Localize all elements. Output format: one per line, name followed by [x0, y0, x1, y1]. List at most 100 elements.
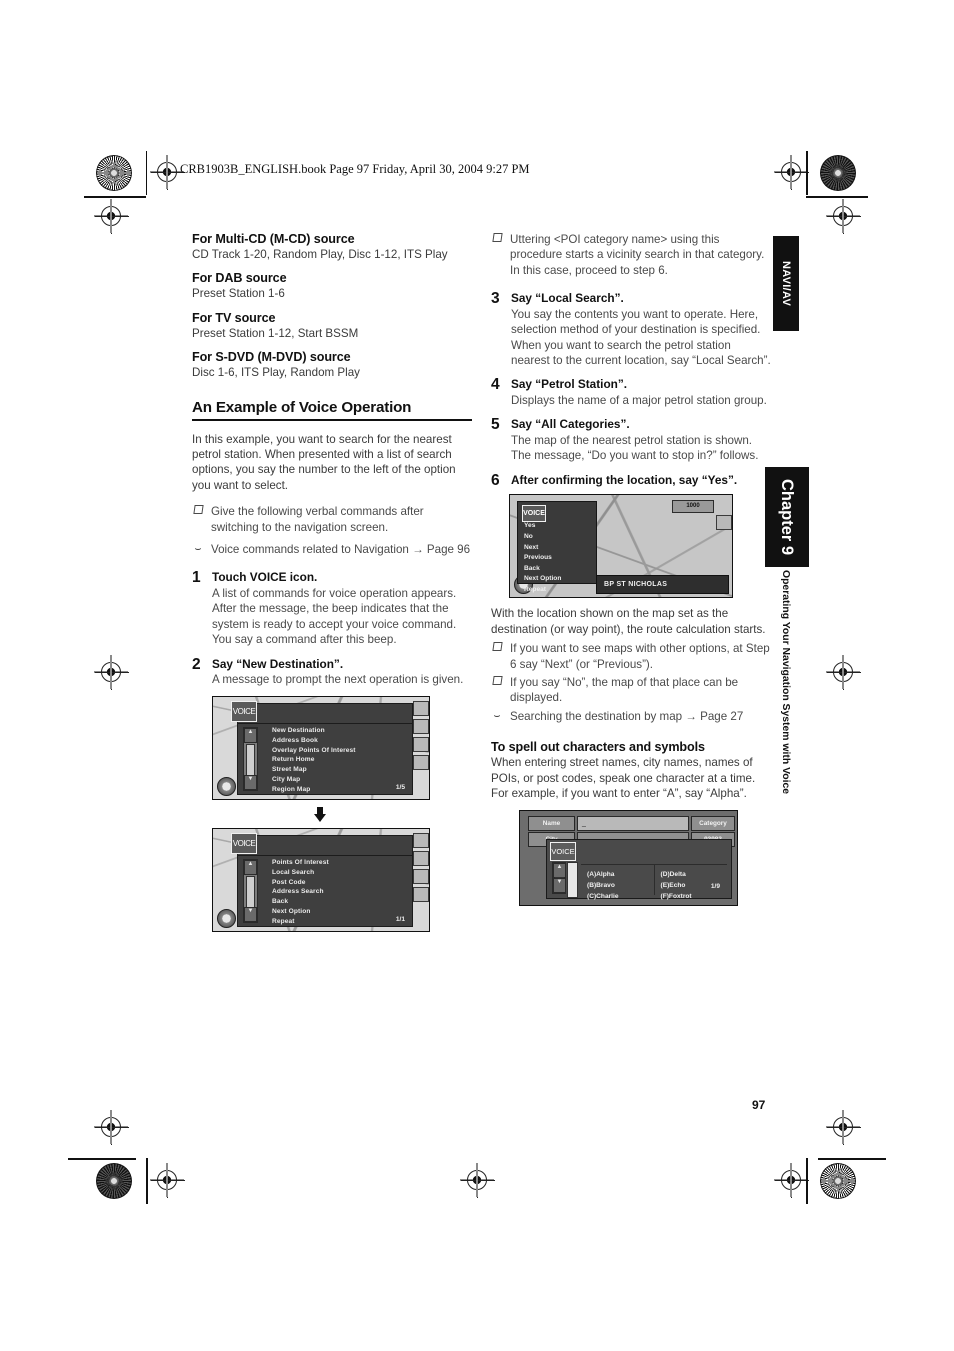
step-lead: After confirming the location, say “Yes”…: [511, 472, 738, 487]
sidebar-tab-naviav: NAVI/AV: [773, 236, 799, 331]
category-button[interactable]: Category: [691, 815, 735, 831]
map-button: [413, 700, 429, 716]
menu-item[interactable]: Repeat: [524, 585, 596, 596]
menu-item[interactable]: Local Search: [272, 868, 408, 878]
step-description: You say the contents you want to operate…: [511, 307, 771, 368]
spell-item[interactable]: (A)Alpha: [587, 869, 654, 880]
voice-command-list-panel: VOICE Yes No Next Previous Back Next Opt…: [517, 501, 597, 593]
hook-arrow-icon: ⌣: [194, 543, 202, 556]
step-3: 3 Say “Local Search”. You say the conten…: [491, 291, 771, 368]
menu-item[interactable]: New Destination: [272, 726, 408, 736]
step-description: A list of commands for voice operation a…: [212, 587, 457, 647]
voice-menu-items: Points Of Interest Local Search Post Cod…: [272, 858, 408, 927]
menu-item[interactable]: Overlay Points Of Interest: [272, 746, 408, 756]
highlight-indicator: [567, 861, 578, 898]
nav-screenshot-confirm-location-map: 1000 VOICE Yes No Next Previous Back Nex…: [509, 494, 733, 599]
list-scrollbar[interactable]: ▲ ▼: [243, 726, 258, 791]
step-6: 6 After confirming the location, say “Ye…: [491, 473, 771, 489]
map-button: [413, 832, 429, 848]
source-heading-tv: For TV source: [192, 310, 276, 325]
registration-crosshair-top-left: [150, 155, 185, 190]
map-button: [716, 515, 732, 531]
step-lead: Say “Petrol Station”.: [511, 377, 628, 392]
menu-item[interactable]: Back: [524, 564, 596, 575]
note-text: Uttering <POI category name> using this …: [510, 233, 765, 277]
map-button: [413, 886, 429, 902]
note-other-map-options: If you want to see maps with other optio…: [491, 641, 771, 672]
scroll-down-icon[interactable]: ▼: [553, 877, 566, 893]
voice-menu-items: New Destination Address Book Overlay Poi…: [272, 726, 408, 795]
spell-column-left: (A)Alpha (B)Bravo (C)Charlie: [581, 865, 654, 900]
list-page-indicator: 1/5: [395, 783, 405, 791]
down-arrow-icon: [313, 806, 327, 822]
poi-name-bar: BP ST NICHOLAS: [596, 575, 729, 595]
source-heading-mcd: For Multi-CD (M-CD) source: [192, 232, 355, 246]
hook-arrow-icon: ⌣: [493, 709, 501, 722]
menu-item[interactable]: Previous: [524, 553, 596, 564]
scroll-up-icon[interactable]: ▲: [553, 862, 566, 878]
source-body-sdvd: Disc 1-6, ITS Play, Random Play: [192, 366, 360, 380]
step-description: Displays the name of a major petrol stat…: [511, 394, 767, 408]
registration-crosshair-right-mid: [826, 655, 861, 690]
spell-section-body: When entering street names, city names, …: [491, 756, 756, 801]
menu-item[interactable]: Street Map: [272, 765, 408, 775]
trim-rule-horizontal-bottom-left: [68, 1158, 136, 1160]
voice-icon[interactable]: VOICE: [550, 841, 576, 861]
registration-rosette-bottom-right: [820, 1163, 856, 1199]
scroll-down-icon[interactable]: ▼: [244, 774, 257, 790]
scroll-up-icon[interactable]: ▲: [244, 727, 257, 743]
square-bullet-icon: [192, 504, 204, 535]
source-body-mcd: CD Track 1-20, Random Play, Disc 1-12, I…: [192, 248, 448, 261]
trim-rule-vertical-bottom-left: [146, 1158, 148, 1204]
menu-item[interactable]: Next Option: [272, 907, 408, 917]
source-heading-dab: For DAB source: [192, 271, 287, 286]
note-text: Searching the destination by map → Page …: [510, 709, 744, 723]
menu-item[interactable]: Next Option: [524, 574, 596, 585]
step-description: The map of the nearest petrol station is…: [511, 434, 759, 463]
step-number: 3: [491, 290, 500, 308]
spell-item[interactable]: (D)Delta: [661, 869, 728, 880]
menu-item[interactable]: Yes: [524, 521, 596, 532]
list-scrollbar[interactable]: ▲ ▼: [552, 861, 566, 894]
scroll-down-icon[interactable]: ▼: [244, 906, 257, 922]
menu-item[interactable]: Post Code: [272, 878, 408, 888]
note-text: If you want to see maps with other optio…: [510, 642, 770, 671]
spell-item[interactable]: (C)Charlie: [587, 891, 654, 902]
menu-item[interactable]: No: [524, 532, 596, 543]
compass-icon: [217, 776, 236, 796]
scroll-up-icon[interactable]: ▲: [244, 859, 257, 875]
list-scrollbar[interactable]: ▲ ▼: [243, 858, 258, 923]
spell-item[interactable]: (F)Foxtrot: [661, 891, 728, 902]
voice-icon[interactable]: VOICE: [231, 832, 257, 854]
menu-item[interactable]: Address Book: [272, 736, 408, 746]
nav-screenshot-spell-characters: Name City _ Category 93983 VOICE ▲ ▼ (A)…: [519, 809, 738, 906]
menu-item[interactable]: Return Home: [272, 755, 408, 765]
left-column: For Multi-CD (M-CD) source CD Track 1-20…: [192, 232, 472, 932]
menu-item[interactable]: Address Search: [272, 887, 408, 897]
spell-item[interactable]: (B)Bravo: [587, 880, 654, 891]
page-number: 97: [752, 1098, 766, 1112]
name-field-button[interactable]: Name: [528, 815, 575, 831]
menu-item[interactable]: Back: [272, 897, 408, 907]
menu-item[interactable]: Repeat: [272, 917, 408, 927]
text-input-field[interactable]: _: [577, 815, 689, 831]
section-intro-paragraph: In this example, you want to search for …: [192, 432, 456, 492]
menu-item[interactable]: Points Of Interest: [272, 858, 408, 868]
registration-rosette-bottom-left: [96, 1163, 132, 1199]
note-voice-commands-reference: ⌣ Voice commands related to Navigation →…: [192, 542, 472, 557]
step-5: 5 Say “All Categories”. The map of the n…: [491, 417, 771, 463]
step-2: 2 Say “New Destination”. A message to pr…: [192, 656, 472, 688]
map-button: [413, 736, 429, 752]
menu-item[interactable]: City Map: [272, 775, 408, 785]
note-verbal-commands: Give the following verbal commands after…: [192, 504, 472, 535]
after-map-paragraph: With the location shown on the map set a…: [491, 607, 766, 636]
voice-icon[interactable]: VOICE: [231, 700, 257, 722]
registration-crosshair-left-upper: [94, 199, 129, 234]
map-side-buttons: [716, 515, 732, 533]
voice-icon[interactable]: VOICE: [522, 505, 546, 523]
menu-item[interactable]: Next: [524, 543, 596, 554]
registration-rosette-top-right: [820, 155, 856, 191]
trim-rule-horizontal-top: [84, 196, 146, 198]
note-search-by-map-reference: ⌣ Searching the destination by map → Pag…: [491, 709, 771, 724]
menu-item[interactable]: Region Map: [272, 785, 408, 795]
